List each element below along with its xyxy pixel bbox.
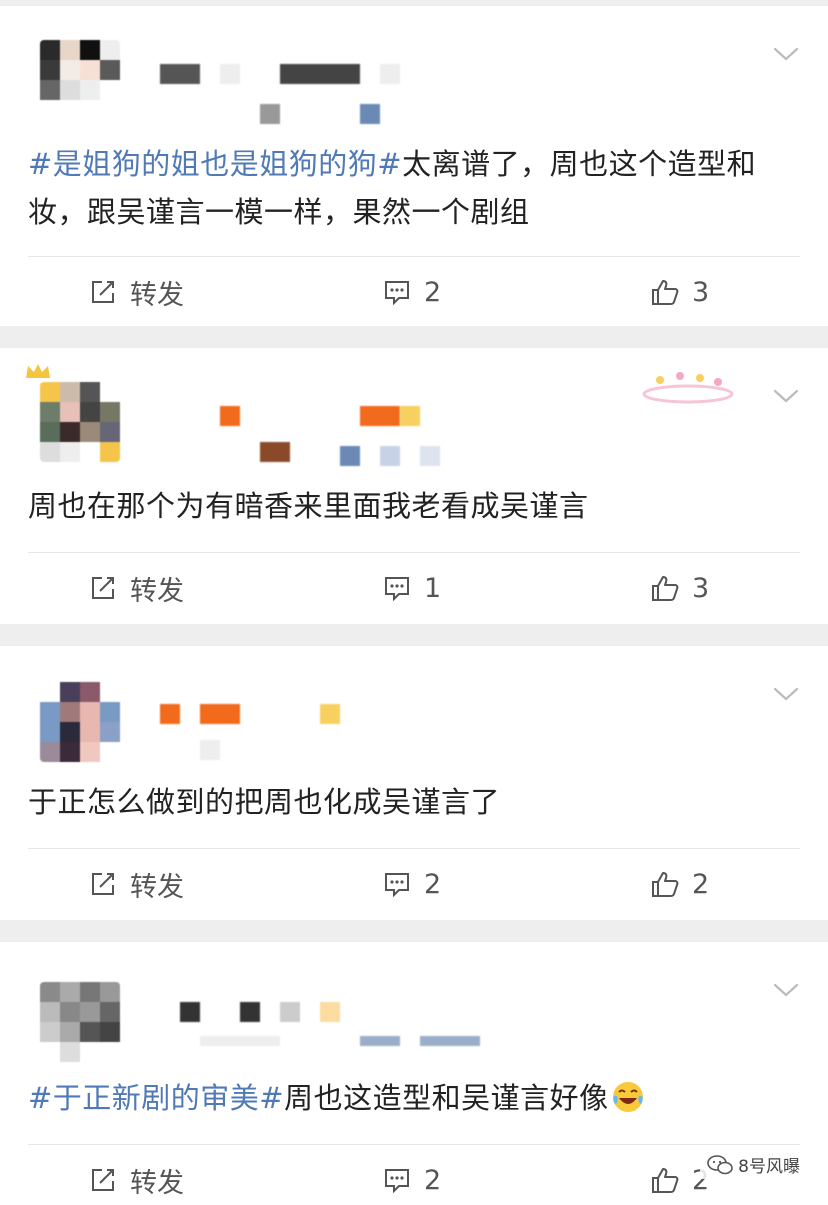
wechat-icon [707, 1154, 733, 1174]
thumbs-up-icon [652, 576, 679, 601]
thumbs-up-icon [652, 1168, 679, 1193]
comment-bubble-icon [385, 281, 409, 306]
comment-button[interactable]: 2 [382, 1145, 441, 1205]
comment-card: 周也在那个为有暗香来里面我老看成吴谨言 转发 1 3 [0, 348, 828, 624]
action-bar: 转发 2 2 [0, 849, 828, 919]
username-redacted[interactable] [150, 60, 528, 138]
hashtag-link[interactable]: #是姐狗的姐也是姐狗的狗# [28, 147, 402, 181]
avatar[interactable] [40, 682, 120, 762]
chevron-down-icon[interactable] [772, 386, 800, 406]
comment-bubble-icon [385, 873, 409, 898]
like-button[interactable]: 3 [650, 257, 709, 327]
comment-text: #是姐狗的姐也是姐狗的狗#太离谱了，周也这个造型和妆，跟吴谨言一模一样，果然一个… [28, 147, 757, 229]
comment-button[interactable]: 1 [382, 553, 441, 623]
comment-count: 2 [424, 868, 442, 900]
comment-bubble-icon [385, 1169, 409, 1194]
comment-button[interactable]: 2 [382, 257, 441, 327]
like-button[interactable]: 2 [650, 849, 709, 919]
username-redacted[interactable] [150, 996, 528, 1074]
edit-share-icon [92, 1169, 114, 1191]
comment-card: #是姐狗的姐也是姐狗的狗#太离谱了，周也这个造型和妆，跟吴谨言一模一样，果然一个… [0, 6, 828, 326]
like-button[interactable]: 3 [650, 553, 709, 623]
chevron-down-icon[interactable] [772, 684, 800, 704]
like-count: 2 [692, 868, 710, 900]
comment-bubble-icon [385, 577, 409, 602]
share-button[interactable]: 转发 [88, 849, 184, 919]
decoration-badge-icon [642, 372, 734, 404]
chevron-down-icon[interactable] [772, 44, 800, 64]
comment-text: 周也在那个为有暗香来里面我老看成吴谨言 [28, 489, 589, 523]
like-count: 3 [692, 572, 710, 604]
edit-share-icon [92, 873, 114, 895]
comment-feed: #是姐狗的姐也是姐狗的狗#太离谱了，周也这个造型和妆，跟吴谨言一模一样，果然一个… [0, 0, 828, 1205]
comment-count: 2 [424, 1164, 442, 1196]
share-button[interactable]: 转发 [88, 553, 184, 623]
source-watermark: 8号风曝 [700, 1150, 806, 1179]
laughing-tears-emoji [612, 1082, 643, 1112]
hashtag-link[interactable]: #于正新剧的审美# [28, 1081, 284, 1115]
edit-share-icon [92, 281, 114, 303]
share-button[interactable]: 转发 [88, 257, 184, 327]
avatar[interactable] [40, 382, 120, 462]
comment-button[interactable]: 2 [382, 849, 441, 919]
username-redacted[interactable] [150, 700, 528, 778]
action-bar: 转发 2 3 [0, 257, 828, 327]
comment-card: #于正新剧的审美#周也这造型和吴谨言好像 转发 2 2 8号风曝 [0, 942, 828, 1205]
action-bar: 转发 1 3 [0, 553, 828, 623]
crown-badge-icon [26, 364, 50, 378]
comment-count: 2 [424, 276, 442, 308]
comment-card: 于正怎么做到的把周也化成吴谨言了 转发 2 2 [0, 646, 828, 920]
share-button[interactable]: 转发 [88, 1145, 184, 1205]
username-redacted[interactable] [150, 402, 528, 480]
comment-text: 于正怎么做到的把周也化成吴谨言了 [28, 785, 501, 819]
avatar[interactable] [40, 982, 120, 1062]
thumbs-up-icon [652, 872, 679, 897]
like-count: 3 [692, 276, 710, 308]
comment-count: 1 [424, 572, 442, 604]
avatar[interactable] [40, 40, 120, 120]
edit-share-icon [92, 577, 114, 599]
comment-text: #于正新剧的审美#周也这造型和吴谨言好像 [28, 1074, 798, 1122]
thumbs-up-icon [652, 280, 679, 305]
chevron-down-icon[interactable] [772, 980, 800, 1000]
